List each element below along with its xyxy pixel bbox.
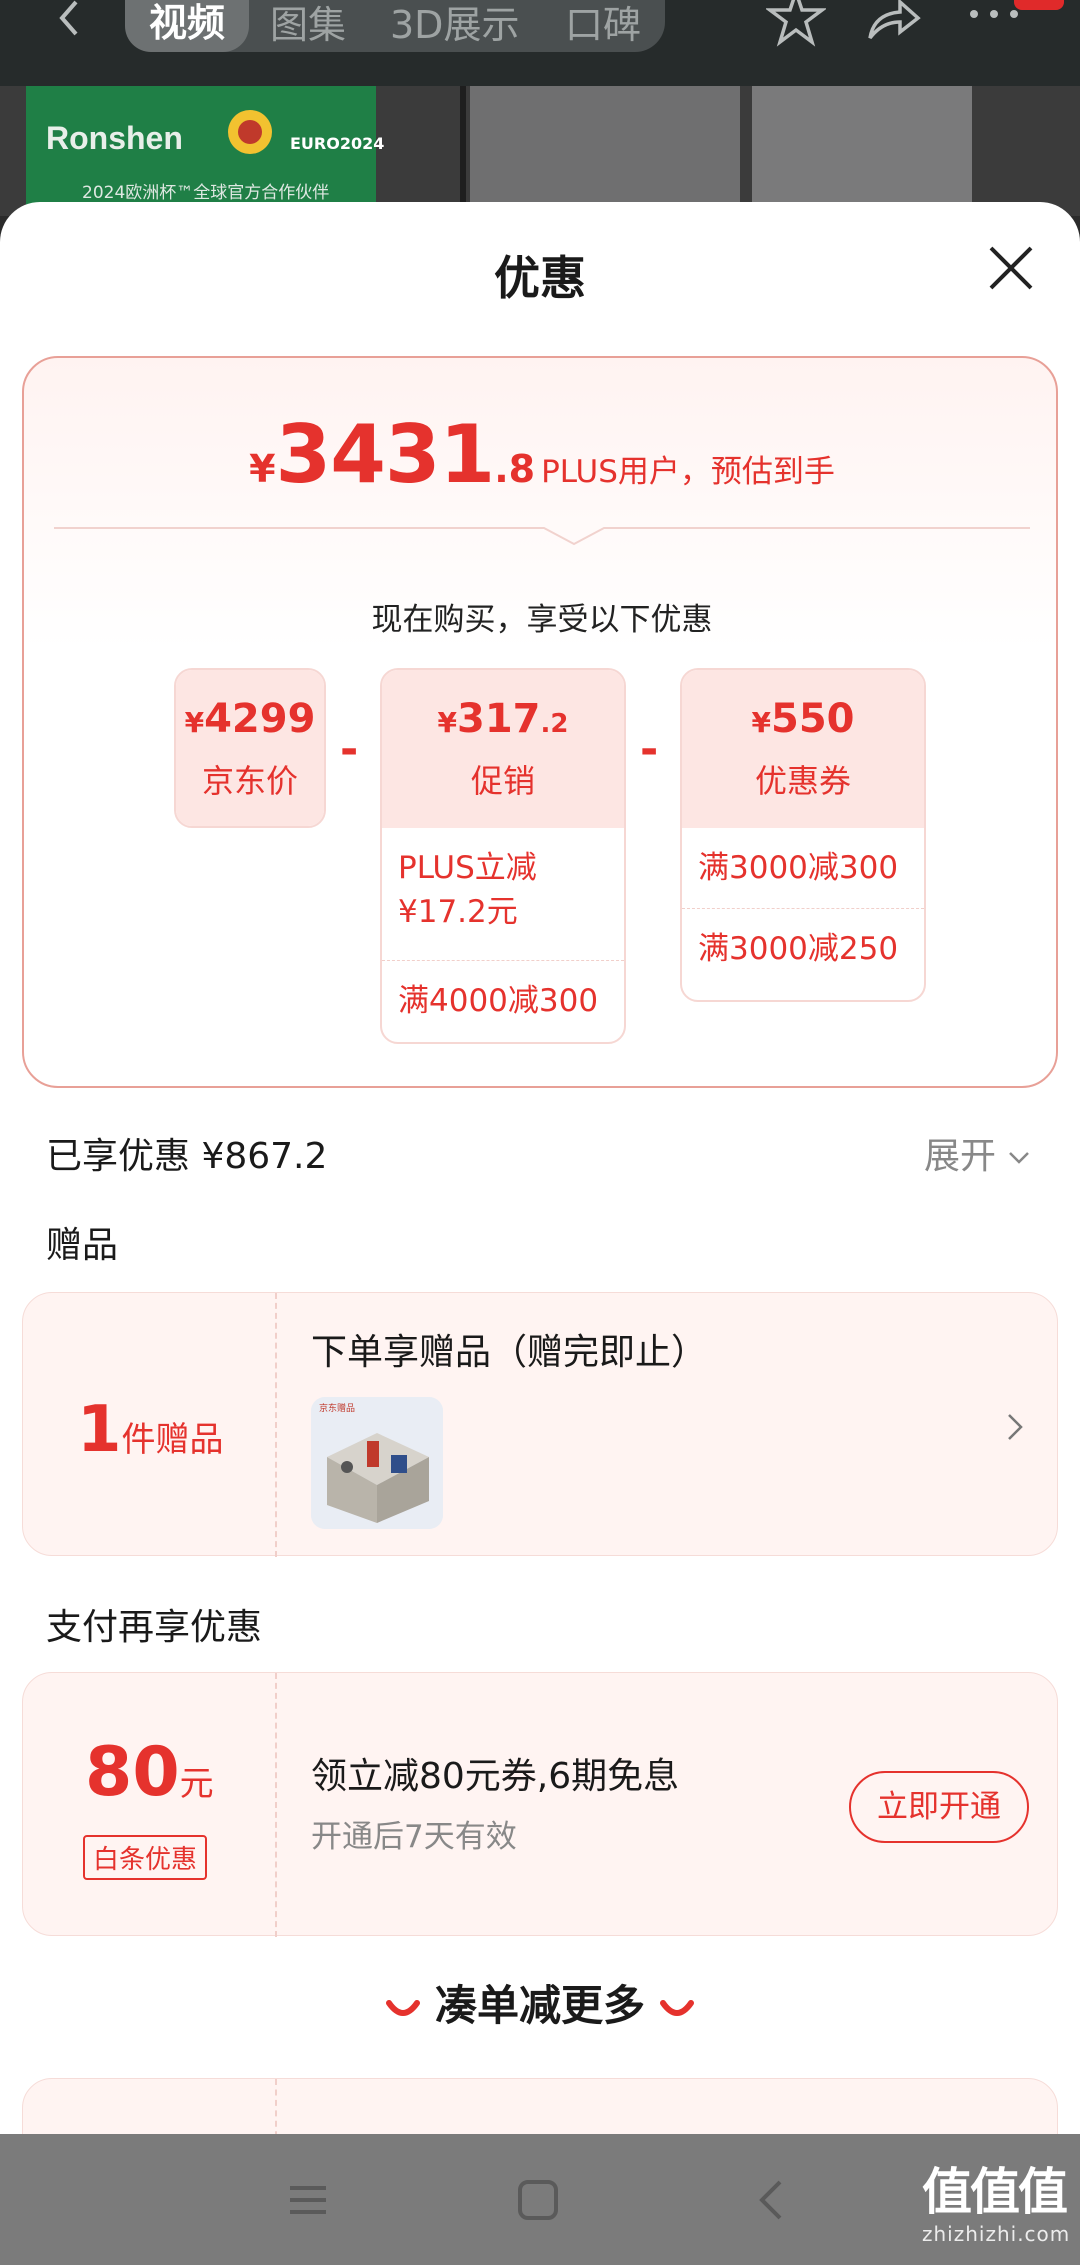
bundle-more-title: 凑单减更多	[434, 1981, 645, 2030]
promotion-line: PLUS立减 ¥17.2元	[398, 850, 537, 930]
pay-amount: 80元	[85, 1733, 214, 1812]
pay-section-title: 支付再享优惠	[46, 1607, 263, 1648]
gift-card[interactable]: 1件赠品 下单享赠品（赠完即止） 京东赠品	[22, 1292, 1058, 1557]
expand-label: 展开	[924, 1136, 997, 1177]
sheet-title: 优惠	[494, 251, 586, 305]
sponsor-subtitle: 2024欧洲杯™全球官方合作伙伴	[82, 183, 330, 203]
tab-video[interactable]: 视频	[125, 0, 250, 52]
now-buy-text: 现在购买，享受以下优惠	[371, 602, 713, 638]
promotion-line: 满4000减300	[382, 960, 624, 1041]
tab-gallery[interactable]: 图集	[270, 0, 346, 49]
coupon-caption: 优惠券	[754, 762, 851, 800]
promotion-caption: 促销	[470, 762, 535, 800]
euro-text: EURO2024	[290, 134, 385, 153]
smile-icon	[385, 1999, 420, 2016]
media-tabs: 视频 图集 3D展示 口碑	[125, 0, 665, 52]
expand-button[interactable]: 展开	[924, 1127, 1031, 1179]
more-icon[interactable]	[964, 0, 1024, 50]
coupon-amount: ¥550	[751, 696, 855, 742]
watermark-url: zhizhizhi.com	[922, 2222, 1071, 2246]
dashed-divider	[275, 1673, 277, 1937]
gift-thumb-label: 京东赠品	[319, 1402, 355, 1414]
star-icon[interactable]	[766, 0, 826, 50]
enjoyed-discount: 已享优惠 ¥867.2	[46, 1136, 328, 1177]
gift-thumbnail: 京东赠品	[311, 1397, 443, 1529]
dashed-divider	[275, 1293, 277, 1557]
gift-count: 1件赠品	[77, 1393, 224, 1467]
watermark-logo: 值值值	[922, 2163, 1068, 2221]
bundle-card[interactable]	[22, 2078, 1058, 2134]
tab-reviews[interactable]: 口碑	[565, 0, 641, 49]
home-icon[interactable]	[508, 2170, 568, 2230]
gift-title: 下单享赠品（赠完即止）	[311, 1332, 708, 1373]
brand-logo: Ronshen	[46, 120, 183, 156]
pointer-divider	[54, 527, 1030, 546]
hero-panel	[752, 86, 972, 216]
hero-panel	[470, 86, 740, 216]
watermark: 值值值 zhizhizhi.com	[922, 2152, 1072, 2246]
minus-sign: -	[640, 724, 659, 775]
jd-price-caption: 京东价	[201, 762, 298, 800]
coupon-line: 满3000减300	[698, 850, 899, 886]
tab-3d[interactable]: 3D展示	[390, 0, 519, 49]
smile-icon	[660, 1999, 694, 2016]
discount-sheet: 优惠 ¥3431.8 PLUS用户，预估到手 现在购买，享受以下优惠 ¥4299 …	[0, 202, 1080, 2134]
baitiao-tag: 白条优惠	[83, 1835, 208, 1880]
pay-offer-subtitle: 开通后7天有效	[311, 1819, 517, 1855]
share-icon[interactable]	[862, 0, 922, 50]
pay-offer-title: 领立减80元券,6期免息	[311, 1756, 680, 1797]
jd-price-box: ¥4299 京东价	[174, 668, 326, 828]
coupon-box: ¥550 优惠券 满3000减300 满3000减250	[680, 668, 926, 1002]
promotion-amount: ¥317.2	[437, 696, 569, 742]
currency-symbol: ¥	[249, 447, 276, 491]
back-nav-icon[interactable]	[742, 2170, 802, 2230]
hero-frame	[460, 86, 466, 216]
gift-section-title: 赠品	[46, 1225, 119, 1266]
payment-offer-card: 80元 白条优惠 领立减80元券,6期免息 开通后7天有效 立即开通	[22, 1672, 1058, 1937]
gift-room-image: 京东赠品	[311, 1397, 443, 1529]
top-app-bar: 视频 图集 3D展示 口碑	[0, 0, 1080, 86]
estimated-price-label: PLUS用户，预估到手	[541, 454, 835, 490]
jd-price-head: ¥4299 京东价	[176, 670, 324, 826]
activate-button[interactable]: 立即开通	[849, 1771, 1029, 1843]
back-icon[interactable]	[44, 0, 94, 50]
chevron-down-icon	[1009, 1152, 1030, 1164]
coupon-line: 满3000减250	[682, 908, 924, 989]
price-breakdown-card: ¥3431.8 PLUS用户，预估到手 现在购买，享受以下优惠 ¥4299 京东价…	[22, 356, 1058, 1088]
dashed-divider	[275, 2079, 277, 2134]
close-icon[interactable]	[985, 242, 1037, 294]
notification-badge	[1014, 0, 1064, 10]
menu-icon[interactable]	[278, 2170, 338, 2230]
jd-price-amount: ¥4299	[184, 696, 316, 742]
coupon-head: ¥550 优惠券	[682, 670, 924, 828]
system-nav-bar	[0, 2134, 1080, 2265]
minus-sign: -	[340, 724, 359, 775]
bundle-more-header: 凑单减更多	[0, 1972, 1080, 2033]
estimated-price-integer: 3431	[275, 408, 496, 501]
estimated-price: ¥3431.8 PLUS用户，预估到手	[24, 408, 1060, 501]
promotion-box: ¥317.2 促销 PLUS立减 ¥17.2元 满4000减300	[380, 668, 626, 1044]
chevron-right-icon	[1008, 1414, 1023, 1440]
estimated-price-decimal: .8	[494, 447, 536, 491]
sponsor-banner: Ronshen EURO2024 2024欧洲杯™全球官方合作伙伴	[26, 86, 384, 216]
promotion-head: ¥317.2 促销	[382, 670, 624, 828]
product-hero-image: Ronshen EURO2024 2024欧洲杯™全球官方合作伙伴	[0, 86, 1080, 216]
